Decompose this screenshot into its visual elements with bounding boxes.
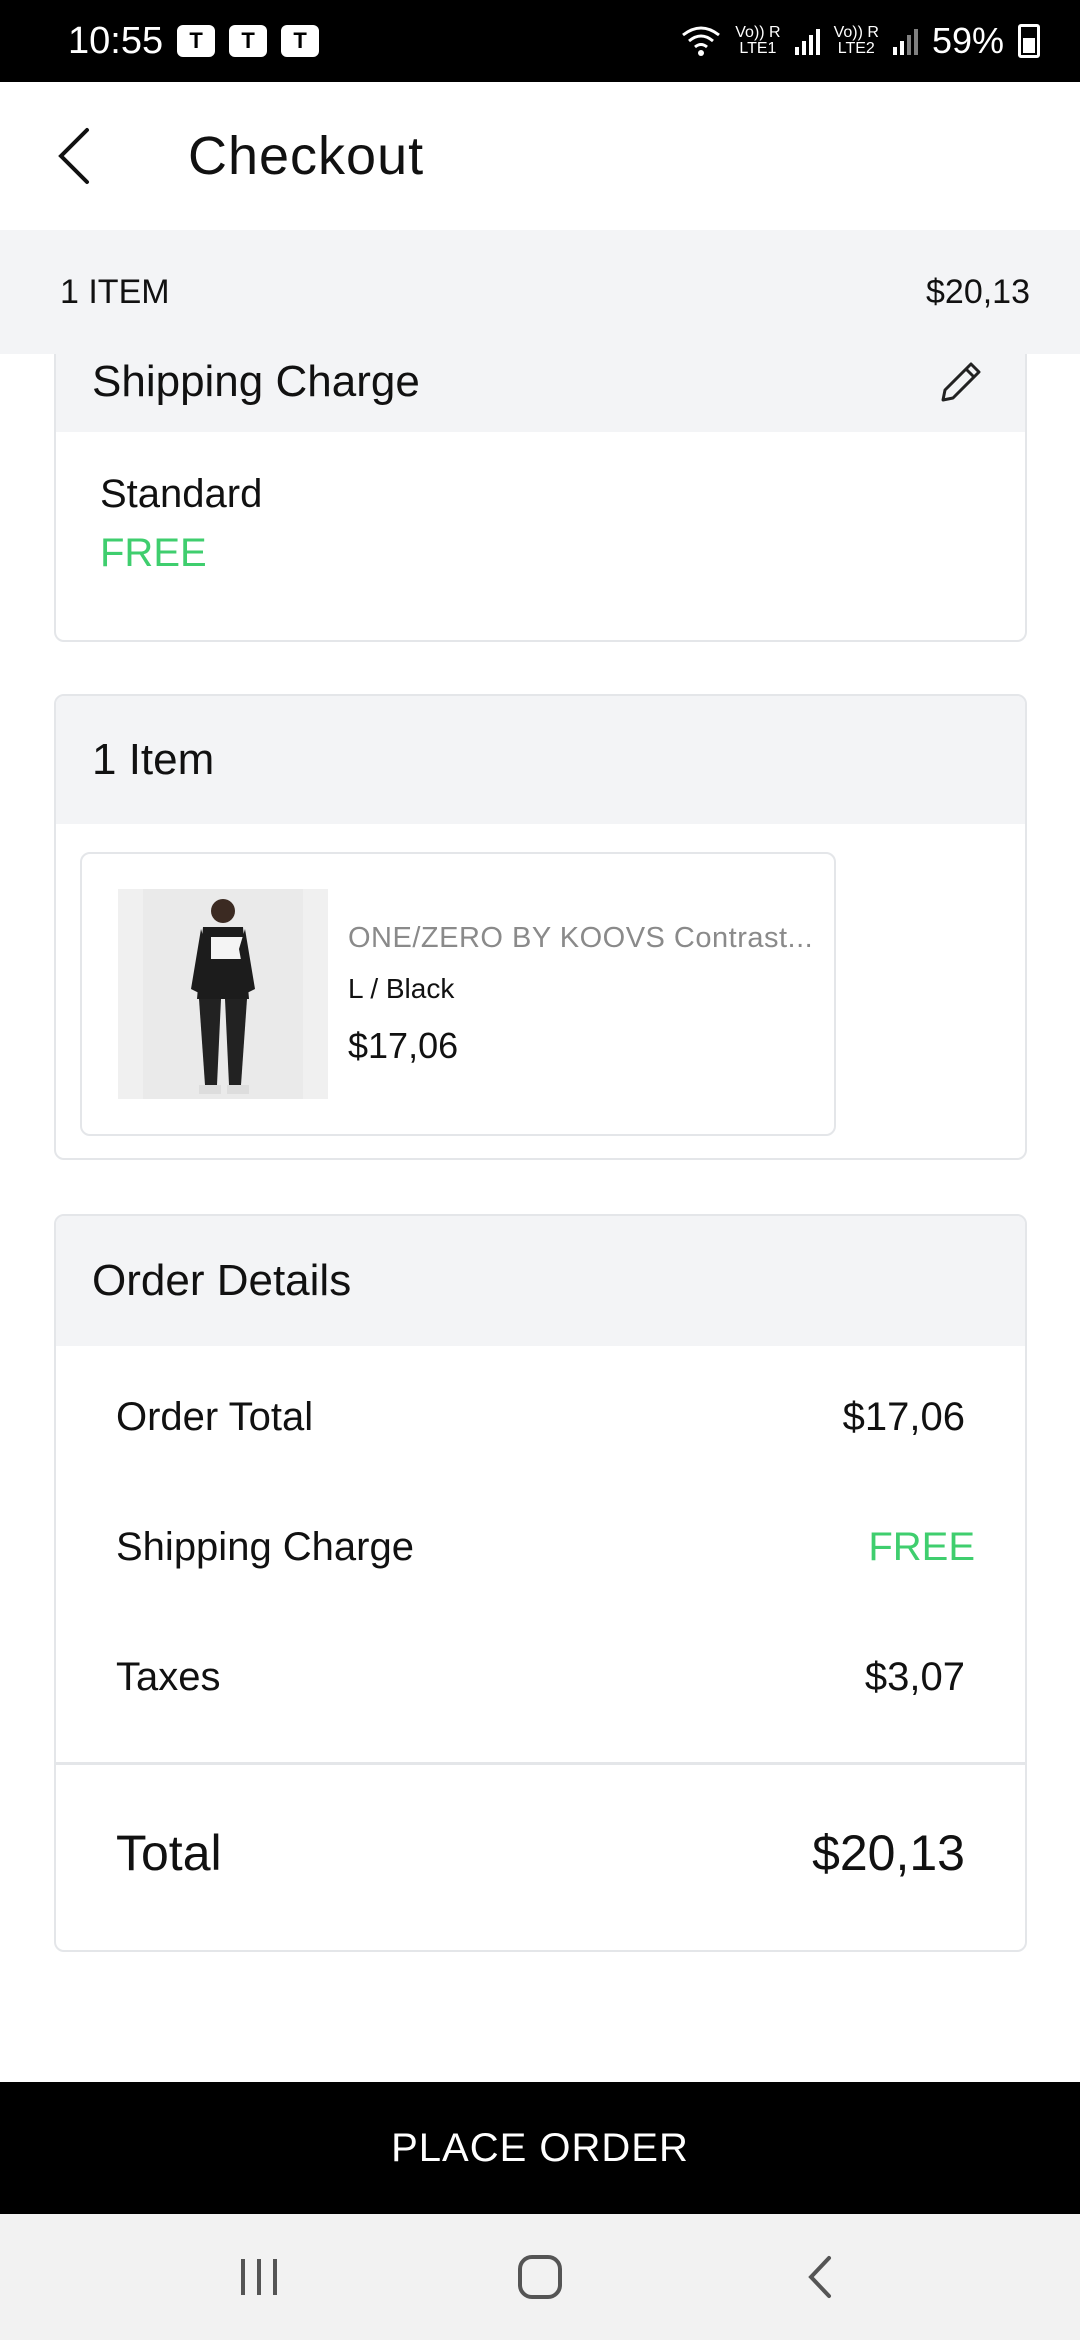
- shipping-title: Shipping Charge: [92, 357, 420, 406]
- battery-icon: [1018, 24, 1040, 58]
- items-card: 1 Item ONE/ZERO BY KOOVS Contrast... L /…: [54, 694, 1027, 1160]
- place-order-button[interactable]: PLACE ORDER: [0, 2082, 1080, 2214]
- network-lte1-label: Vo)) R LTE1: [735, 24, 781, 57]
- product-variant: L / Black: [348, 972, 455, 1004]
- page-title: Checkout: [188, 126, 425, 186]
- home-icon: [518, 2255, 562, 2299]
- product-price: $17,06: [348, 1024, 459, 1066]
- battery-percent: 59%: [931, 20, 1004, 61]
- shipping-card: Shipping Charge Standard FREE: [54, 320, 1027, 642]
- order-total-value: $17,06: [842, 1394, 965, 1439]
- product-item[interactable]: ONE/ZERO BY KOOVS Contrast... L / Black …: [80, 852, 836, 1136]
- grand-total-row: Total $20,13: [56, 1765, 1025, 1941]
- status-right: Vo)) R LTE1 Vo)) R LTE2 59%: [681, 20, 1040, 62]
- teams-icon: T: [281, 25, 320, 57]
- teams-icon: T: [177, 25, 216, 57]
- shipping-method: Standard: [100, 472, 263, 516]
- back-button[interactable]: [0, 82, 150, 230]
- shipping-card-body: Standard FREE: [56, 432, 1025, 616]
- shipping-charge-label: Shipping Charge: [116, 1524, 414, 1569]
- order-total-row: Order Total $17,06: [56, 1352, 1025, 1482]
- taxes-value: $3,07: [864, 1654, 965, 1699]
- wifi-icon: [682, 26, 721, 56]
- grand-total-value: $20,13: [812, 1825, 965, 1881]
- summary-items-count: 1 ITEM: [60, 272, 170, 311]
- product-image: [118, 889, 328, 1099]
- system-back-button[interactable]: [760, 2227, 880, 2327]
- order-summary-strip: 1 ITEM $20,13: [0, 230, 1080, 354]
- network-lte2-label: Vo)) R LTE2: [833, 24, 879, 57]
- taxes-label: Taxes: [116, 1654, 221, 1699]
- app-header: Checkout: [0, 82, 1080, 230]
- chevron-left-icon: [808, 2256, 831, 2298]
- edit-pencil-icon[interactable]: [933, 354, 989, 410]
- status-time: 10:55: [68, 19, 164, 62]
- shipping-price: FREE: [100, 531, 207, 575]
- grand-total-label: Total: [116, 1825, 222, 1881]
- home-button[interactable]: [480, 2227, 600, 2327]
- order-total-label: Order Total: [116, 1394, 314, 1439]
- shipping-charge-row: Shipping Charge FREE: [56, 1482, 1025, 1612]
- signal-bars-icon: [892, 27, 918, 55]
- status-bar: 10:55 T T T Vo)) R LTE1 Vo)) R LTE2 59%: [0, 0, 1080, 82]
- signal-bars-icon: [794, 27, 820, 55]
- recent-apps-button[interactable]: [200, 2227, 320, 2327]
- summary-amount: $20,13: [926, 272, 1030, 311]
- shipping-charge-value: FREE: [868, 1524, 975, 1569]
- status-left: 10:55 T T T: [68, 19, 320, 63]
- order-details-card: Order Details Order Total $17,06 Shippin…: [54, 1214, 1027, 1952]
- taxes-row: Taxes $3,07: [56, 1612, 1025, 1742]
- product-name: ONE/ZERO BY KOOVS Contrast...: [348, 921, 812, 954]
- product-info: ONE/ZERO BY KOOVS Contrast... L / Black …: [348, 922, 812, 1067]
- order-details-rows: Order Total $17,06 Shipping Charge FREE …: [56, 1346, 1025, 1742]
- items-card-header: 1 Item: [56, 696, 1025, 824]
- teams-icon: T: [229, 25, 268, 57]
- items-title: 1 Item: [92, 735, 215, 784]
- order-details-header: Order Details: [56, 1216, 1025, 1346]
- checkout-screen: 10:55 T T T Vo)) RLTE1 Vo)) RLTE2 59%: [0, 0, 1080, 2340]
- system-nav-bar: [0, 2214, 1080, 2340]
- recent-apps-icon: [241, 2259, 277, 2295]
- chevron-left-icon: [58, 128, 89, 184]
- order-details-title: Order Details: [92, 1256, 352, 1305]
